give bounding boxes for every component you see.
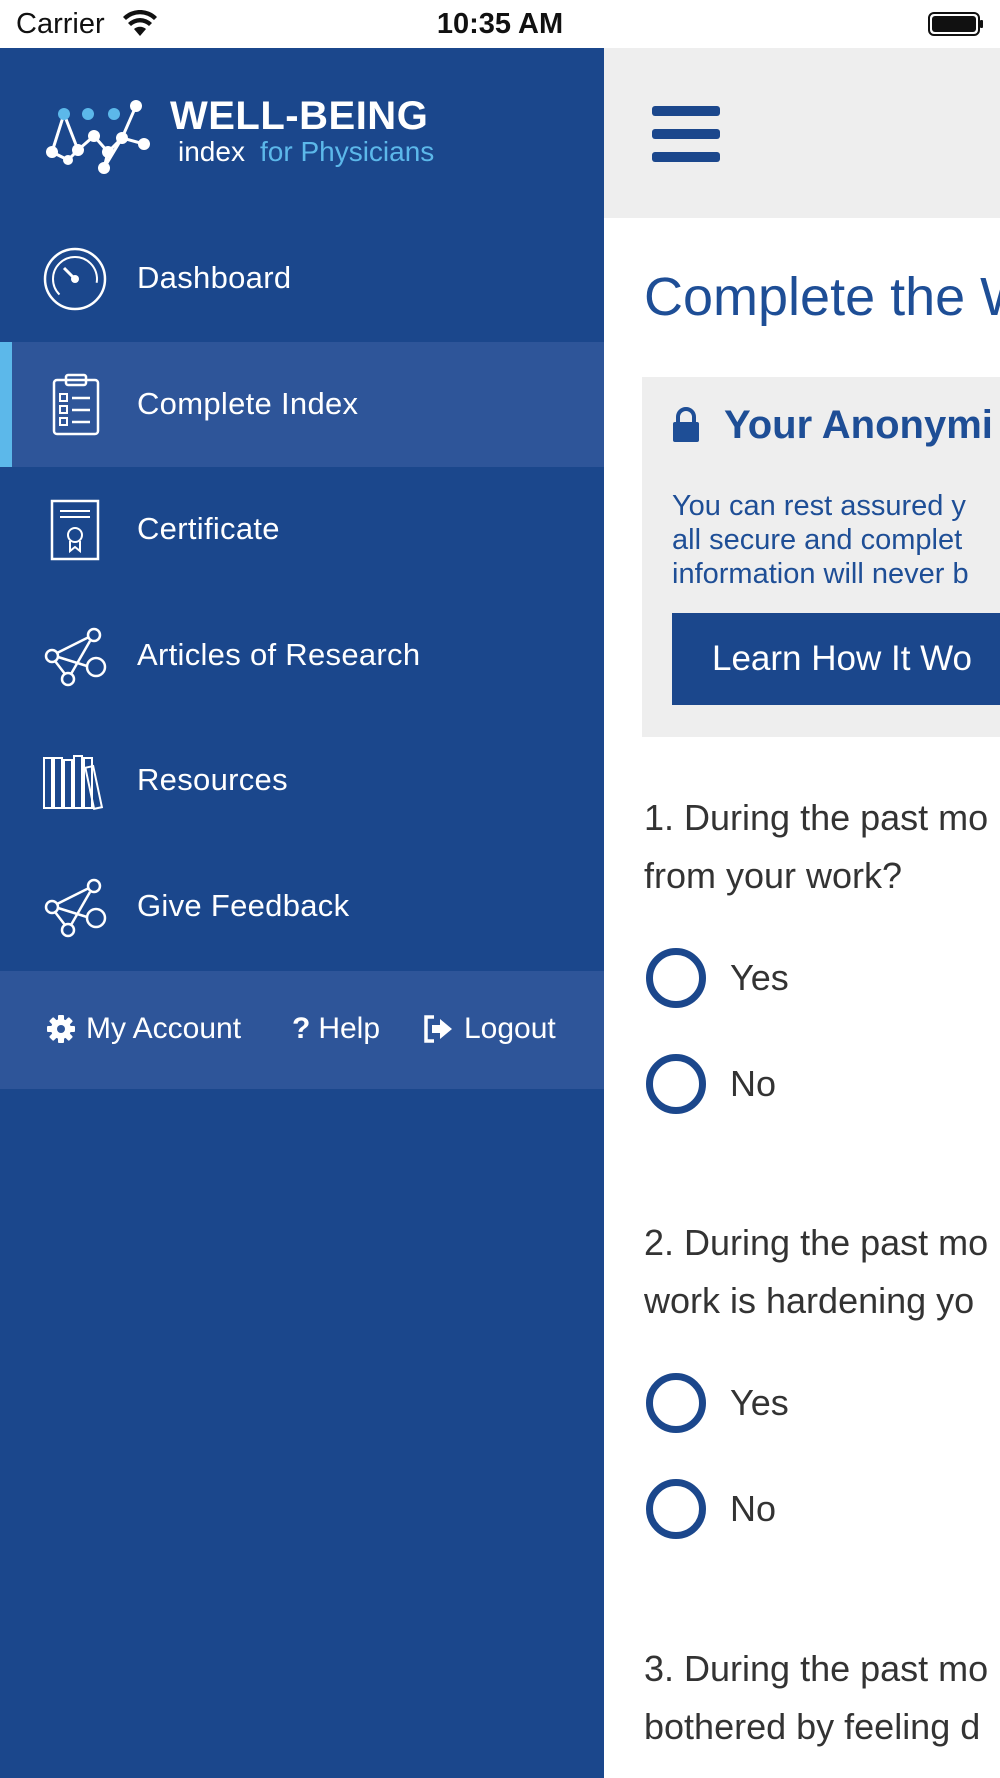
option-label: No <box>730 1063 777 1104</box>
question-2-option-no[interactable]: No <box>646 1479 776 1539</box>
option-label: No <box>730 1488 777 1529</box>
logout-link[interactable]: Logout <box>422 1009 556 1049</box>
question-3-text: 3. During the past mo bothered by feelin… <box>644 1648 989 1747</box>
certificate-icon <box>50 499 100 561</box>
share-icon <box>44 878 107 937</box>
logout-label: Logout <box>464 1012 556 1045</box>
radio-button[interactable] <box>646 948 706 1008</box>
option-label: Yes <box>730 1382 789 1423</box>
help-label: Help <box>318 1012 381 1045</box>
radio-button[interactable] <box>646 1054 706 1114</box>
sidebar-item-give-feedback[interactable]: Give Feedback <box>0 844 604 970</box>
anonymity-card: Your Anonymi You can rest assured y all … <box>642 377 1000 737</box>
sidebar-item-label: Resources <box>137 762 288 797</box>
sidebar-item-label: Articles of Research <box>137 636 421 672</box>
gear-icon <box>47 1015 75 1043</box>
my-account-link[interactable]: My Account <box>46 1009 241 1049</box>
sidebar-item-complete-index[interactable]: Complete Index <box>0 341 604 467</box>
logo-subtitle-suffix: for Physicians <box>260 136 435 167</box>
help-link[interactable]: ? Help <box>292 1009 380 1049</box>
sidebar-item-certificate[interactable]: Certificate <box>0 467 604 593</box>
anonymity-title: Your Anonymi <box>724 403 993 447</box>
page-title: Complete the W <box>644 267 1000 327</box>
option-label: Yes <box>730 957 789 998</box>
logo-title: WELL-BEING <box>170 94 429 138</box>
question-2-option-yes[interactable]: Yes <box>646 1373 789 1433</box>
sidebar-item-label: Certificate <box>137 511 280 546</box>
sidebar-item-dashboard[interactable]: Dashboard <box>0 216 604 342</box>
question-2-text: 2. During the past mo work is hardening … <box>644 1222 989 1321</box>
sidebar-item-resources[interactable]: Resources <box>0 718 604 844</box>
radio-button[interactable] <box>646 1373 706 1433</box>
question-mark-icon: ? <box>292 1012 311 1045</box>
question-1-option-no[interactable]: No <box>646 1054 776 1114</box>
anonymity-body: You can rest assured y all secure and co… <box>672 490 969 590</box>
account-bar: My Account ? Help Logout <box>0 971 604 1089</box>
learn-how-it-works-button[interactable]: Learn How It Wo <box>672 613 1000 705</box>
sidebar-item-label: Complete Index <box>137 385 359 421</box>
sidebar: WELL-BEING index for Physicians Dashboar… <box>0 48 604 1778</box>
hamburger-menu-icon[interactable] <box>652 106 720 162</box>
dashboard-gauge-icon <box>43 247 107 311</box>
lock-icon <box>673 407 699 442</box>
my-account-label: My Account <box>86 1012 242 1045</box>
logo-subtitle-prefix: index <box>178 136 245 167</box>
question-1-option-yes[interactable]: Yes <box>646 948 789 1008</box>
radio-button[interactable] <box>646 1479 706 1539</box>
app-logo: WELL-BEING index for Physicians <box>44 94 464 184</box>
share-icon <box>44 627 107 686</box>
battery-icon <box>928 12 983 36</box>
top-bar <box>604 48 1000 218</box>
books-icon <box>43 755 104 811</box>
sidebar-nav: Dashboard Complete Index Certificate Art… <box>0 216 604 969</box>
sidebar-item-label: Dashboard <box>137 260 292 295</box>
clipboard-checklist-icon <box>52 373 100 435</box>
status-bar: Carrier 10:35 AM <box>0 0 1000 48</box>
question-1-text: 1. During the past mo from your work? <box>644 797 989 896</box>
sidebar-item-articles-of-research[interactable]: Articles of Research <box>0 593 604 719</box>
main-content: Complete the W Your Anonymi You can rest… <box>604 48 1000 1778</box>
sidebar-item-label: Give Feedback <box>137 887 350 923</box>
logo-mark-icon <box>46 100 150 174</box>
logout-icon <box>424 1015 452 1043</box>
clock: 10:35 AM <box>436 8 564 40</box>
